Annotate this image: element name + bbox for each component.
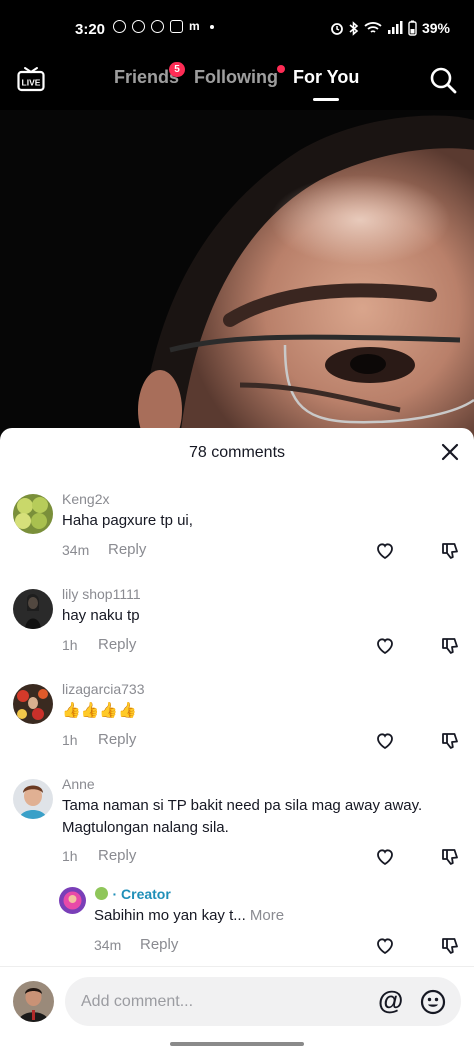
comment-time: 34m (62, 542, 90, 558)
reply-button[interactable]: Reply (98, 636, 136, 653)
notification-icons: m (113, 20, 214, 33)
reply-button[interactable]: Reply (98, 847, 136, 864)
m-icon: m (189, 19, 200, 33)
active-tab-indicator (313, 98, 339, 101)
top-nav: LIVE Friends 5 Following For You (0, 58, 474, 110)
tab-for-you[interactable]: For You (293, 67, 359, 88)
reply-button[interactable]: Reply (140, 936, 178, 953)
wifi-icon (364, 22, 382, 33)
messenger-icon (113, 20, 126, 33)
home-indicator (170, 1042, 304, 1046)
dislike-icon[interactable] (440, 847, 460, 867)
system-icons: 39% (330, 20, 450, 36)
comments-count-title: 78 comments (188, 444, 286, 461)
reply-text: Sabihin mo yan kay t... (94, 907, 246, 924)
dislike-icon[interactable] (440, 541, 460, 561)
heart-icon[interactable] (375, 541, 395, 561)
comment-text: 👍👍👍👍 (62, 702, 137, 719)
signal-icon (387, 21, 403, 34)
more-link[interactable]: More (250, 907, 284, 924)
battery-percent: 39% (421, 20, 450, 36)
comment-username[interactable]: Keng2x (62, 491, 109, 507)
status-bar: 3:20 m 39% (0, 0, 474, 58)
comment-text: hay naku tp (62, 607, 140, 624)
avatar[interactable] (13, 779, 53, 819)
comment-item: Keng2x Haha pagxure tp ui, 34m Reply (0, 490, 474, 580)
comment-username[interactable]: lizagarcia733 (62, 681, 145, 697)
dislike-icon[interactable] (440, 936, 460, 956)
creator-reply-item: · Creator Sabihin mo yan kay t... More 3… (0, 885, 474, 965)
comment-time: 1h (62, 637, 78, 653)
comment-username[interactable]: Anne (62, 776, 95, 792)
instagram-icon (170, 20, 183, 33)
following-dot (277, 65, 285, 73)
self-avatar (13, 981, 54, 1022)
comment-item: lily shop1111 hay naku tp 1h Reply (0, 585, 474, 675)
avatar[interactable] (13, 589, 53, 629)
avatar[interactable] (13, 494, 53, 534)
dislike-icon[interactable] (440, 731, 460, 751)
comment-input-bar: @ (0, 966, 474, 1053)
search-icon[interactable] (429, 66, 457, 94)
comment-item: Anne Tama naman si TP bakit need pa sila… (0, 775, 474, 885)
comments-sheet: 78 comments Keng2x Haha pagxure tp ui, 3… (0, 428, 474, 1053)
creator-label: · Creator (112, 886, 171, 902)
creator-tag: · Creator (95, 886, 171, 904)
comment-time: 34m (94, 937, 122, 953)
heart-icon[interactable] (375, 936, 395, 956)
creator-avatar[interactable] (59, 887, 86, 914)
reply-button[interactable]: Reply (98, 731, 136, 748)
comment-time: 1h (62, 848, 78, 864)
dislike-icon[interactable] (440, 636, 460, 656)
reply-text-wrap: Sabihin mo yan kay t... More (94, 905, 434, 927)
comment-time: 1h (62, 732, 78, 748)
heart-icon[interactable] (375, 847, 395, 867)
close-icon[interactable] (440, 442, 460, 462)
heart-icon[interactable] (375, 731, 395, 751)
status-time: 3:20 (75, 21, 106, 38)
video-player[interactable] (0, 110, 474, 440)
alarm-icon (331, 23, 343, 35)
avatar[interactable] (13, 684, 53, 724)
comment-item: lizagarcia733 👍👍👍👍 1h Reply (0, 680, 474, 770)
dot-icon (209, 24, 214, 29)
apple-icon (95, 887, 108, 900)
live-icon[interactable]: LIVE (17, 66, 45, 92)
heart-icon[interactable] (375, 636, 395, 656)
check-circle-icon (151, 20, 164, 33)
battery-icon (408, 20, 417, 36)
bluetooth-icon (349, 20, 359, 36)
comment-username[interactable]: lily shop1111 (62, 586, 141, 602)
svg-text:LIVE: LIVE (22, 78, 41, 88)
panda-icon (132, 20, 145, 33)
comment-text: Tama naman si TP bakit need pa sila mag … (62, 797, 423, 836)
emoji-icon[interactable] (420, 989, 446, 1015)
reply-button[interactable]: Reply (108, 541, 146, 558)
mention-icon[interactable]: @ (378, 985, 403, 1016)
tab-following[interactable]: Following (194, 67, 278, 88)
comment-text: Haha pagxure tp ui, (62, 512, 193, 529)
friends-badge: 5 (169, 62, 185, 77)
video-frame (0, 110, 474, 440)
